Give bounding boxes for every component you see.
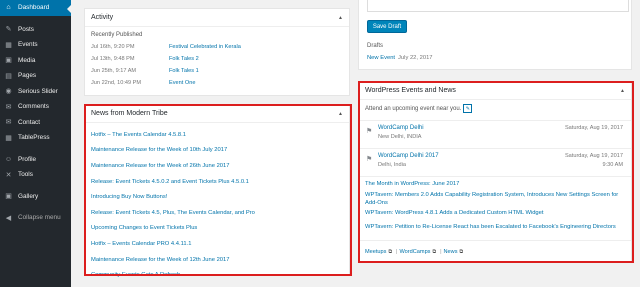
activity-date: Jul 13th, 9:48 PM [91,56,135,62]
sidebar-item-tools[interactable]: ✕ Tools [0,167,71,183]
activity-date: Jun 25th, 9:17 AM [91,68,137,74]
activity-title: Activity [91,14,114,21]
sidebar-item-media[interactable]: ▣ Media [0,53,71,69]
sidebar-item-posts[interactable]: ✎ Posts [0,22,71,38]
sidebar-item-label: Dashboard [18,4,50,12]
comment-icon: ✉ [5,103,12,111]
user-icon: ☺ [4,155,13,163]
draft-date: July 22, 2017 [398,55,433,61]
mail-icon: ✉ [5,119,12,127]
activity-post-link[interactable]: Event One [169,80,195,86]
sidebar-item-label: Comments [18,103,49,111]
toggle-arrow-icon[interactable]: ▲ [338,15,343,21]
quick-draft-widget: Save Draft Drafts New Event July 22, 201… [358,0,632,70]
sidebar-item-serious-slider[interactable]: ◉ Serious Slider [0,84,71,100]
calendar-icon: ▦ [5,41,12,49]
draft-link[interactable]: New Event [367,55,395,61]
sidebar-item-gallery[interactable]: ▣ Gallery [0,189,71,205]
wrench-icon: ✕ [5,171,12,179]
sidebar-item-events[interactable]: ▦ Events [0,37,71,53]
admin-sidebar: ⌂ Dashboard ✎ Posts ▦ Events ▣ Media ▤ Pages ◉ Seri… [0,0,71,287]
recently-published-label: Recently Published [91,32,143,38]
sidebar-item-label: Pages [18,72,37,80]
activity-row: Jun 22nd, 10:49 PM Event One [85,77,349,89]
activity-post-link[interactable]: Folk Tales 2 [169,56,199,62]
activity-widget: Activity ▲ Recently Published Jul 16th, … [84,8,350,96]
sidebar-item-label: Posts [18,25,34,33]
activity-row: Jul 16th, 9:20 PM Festival Celebrated in … [85,41,349,53]
dashboard-icon: ⌂ [6,4,11,12]
sidebar-item-comments[interactable]: ✉ Comments [0,99,71,115]
sidebar-item-label: Profile [18,155,37,163]
drafts-label: Drafts [367,43,384,49]
page-icon: ▤ [5,72,12,80]
sidebar-item-dashboard[interactable]: ⌂ Dashboard [0,0,71,16]
activity-header: Activity ▲ [85,9,349,27]
sidebar-item-collapse-menu[interactable]: ◀ Collapse menu [0,210,71,226]
sidebar-item-tablepress[interactable]: ▦ TablePress [0,130,71,146]
sidebar-item-contact[interactable]: ✉ Contact [0,115,71,131]
activity-post-link[interactable]: Folk Tales 1 [169,68,199,74]
activity-date: Jul 16th, 9:20 PM [91,44,135,50]
pin-icon: ✎ [5,26,12,34]
activity-row: Jul 13th, 9:48 PM Folk Tales 2 [85,53,349,65]
gallery-icon: ▣ [5,193,12,201]
table-icon: ▦ [5,134,12,142]
sidebar-item-label: Contact [18,118,41,126]
active-arrow [67,5,71,13]
activity-post-link[interactable]: Festival Celebrated in Kerala [169,44,241,50]
highlight-box-events [358,81,634,263]
media-icon: ▣ [5,57,12,65]
sidebar-item-label: Media [18,56,36,64]
draft-content-textarea[interactable] [367,0,629,12]
save-draft-button[interactable]: Save Draft [367,20,407,33]
activity-date: Jun 22nd, 10:49 PM [91,80,142,86]
slider-icon: ◉ [5,88,12,96]
sidebar-item-profile[interactable]: ☺ Profile [0,152,71,168]
sidebar-item-label: Collapse menu [18,214,61,222]
highlight-box-news [84,104,352,276]
sidebar-item-label: Serious Slider [18,87,58,95]
sidebar-item-label: Events [18,41,38,49]
sidebar-item-label: Gallery [18,192,39,200]
collapse-icon: ◀ [5,214,12,222]
sidebar-item-label: Tools [18,171,33,179]
sidebar-item-label: TablePress [18,134,50,142]
sidebar-item-pages[interactable]: ▤ Pages [0,68,71,84]
activity-row: Jun 25th, 9:17 AM Folk Tales 1 [85,65,349,77]
